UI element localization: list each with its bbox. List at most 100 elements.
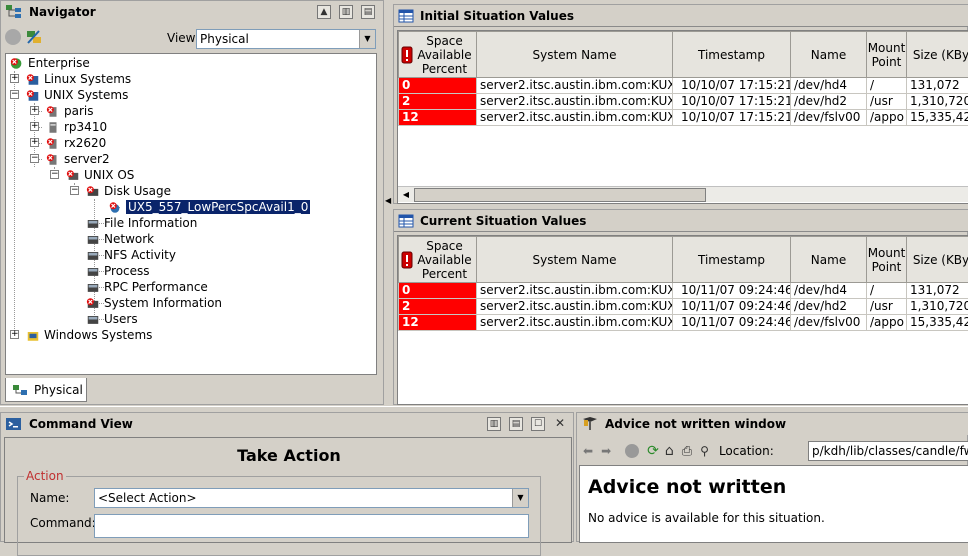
tree-node-network[interactable]: Network: [86, 231, 154, 247]
col-header-timestamp[interactable]: Timestamp: [673, 32, 791, 78]
table-cell: /dev/fslv00: [791, 315, 867, 331]
view-select[interactable]: Physical ▼: [196, 29, 376, 49]
col-header-mount[interactable]: Mount Point: [867, 237, 907, 283]
update-icon[interactable]: [5, 29, 21, 45]
tree-node-server2[interactable]: server2: [46, 151, 110, 167]
tree-node-unixos[interactable]: UNIX OS: [66, 167, 134, 183]
tree-node-rp3410[interactable]: rp3410: [46, 119, 107, 135]
tree-node-paris[interactable]: paris: [46, 103, 94, 119]
current-values-titlebar: Current Situation Values: [394, 210, 968, 232]
chevron-down-icon[interactable]: ▼: [359, 30, 375, 48]
collapse-diskusage-icon[interactable]: −: [70, 186, 79, 195]
expand-rp3410-icon[interactable]: +: [30, 122, 39, 131]
scroll-thumb[interactable]: [414, 188, 706, 202]
current-values-table-area: Space Available Percent System Name Time…: [397, 235, 968, 405]
command-split-icon[interactable]: ▥: [487, 417, 501, 431]
advice-panel: Advice not written window ⬅ ➡ ⟳ ⌂ ⎙ ⚲ Lo…: [576, 412, 968, 542]
scroll-left-icon[interactable]: ◀: [399, 188, 413, 202]
navigator-panel: Navigator ▲ ▥ ▤ View: Physical ▼ + − + +: [0, 0, 384, 405]
tree-node-fileinfo[interactable]: File Information: [86, 215, 197, 231]
col-header-system[interactable]: System Name: [477, 32, 673, 78]
back-icon[interactable]: ⬅: [583, 444, 593, 458]
tree-node-sysinfo[interactable]: System Information: [86, 295, 222, 311]
browser-icon: [581, 416, 599, 432]
vertical-splitter[interactable]: ◀: [384, 0, 392, 408]
refresh-icon[interactable]: ⟳: [647, 443, 659, 459]
col-header-name[interactable]: Name: [791, 32, 867, 78]
tree-node-diskusage[interactable]: Disk Usage: [86, 183, 171, 199]
tree-node-unix[interactable]: UNIX Systems: [26, 87, 128, 103]
action-name-select[interactable]: <Select Action> ▼: [94, 488, 529, 508]
tree-node-enterprise[interactable]: Enterprise: [10, 55, 90, 71]
col-header-size[interactable]: Size (KBytes): [907, 237, 968, 283]
close-icon[interactable]: ✕: [553, 417, 567, 431]
tree-node-rpc[interactable]: RPC Performance: [86, 279, 208, 295]
table-row[interactable]: 2server2.itsc.austin.ibm.com:KUX10/10/07…: [399, 94, 968, 110]
tree-node-rx2620[interactable]: rx2620: [46, 135, 106, 151]
tree-node-process[interactable]: Process: [86, 263, 150, 279]
command-input[interactable]: [94, 514, 529, 538]
expand-rx2620-icon[interactable]: +: [30, 138, 39, 147]
home-icon[interactable]: ⌂: [665, 443, 674, 459]
command-view-panel: Command View ▥ ▤ ☐ ✕ Take Action Action …: [0, 412, 574, 542]
chevron-down-icon[interactable]: ▼: [512, 489, 528, 507]
location-input[interactable]: p/kdh/lib/classes/candle/fw/reso: [808, 441, 968, 461]
col-header-timestamp[interactable]: Timestamp: [673, 237, 791, 283]
collapse-left-icon[interactable]: ◀: [385, 196, 391, 205]
view-select-value: Physical: [200, 32, 249, 46]
command-minimize-icon[interactable]: ▤: [509, 417, 523, 431]
col-header-mount[interactable]: Mount Point: [867, 32, 907, 78]
table-cell: /: [867, 78, 907, 94]
col-header-space[interactable]: Space Available Percent: [399, 32, 477, 78]
expand-windows-icon[interactable]: +: [10, 330, 19, 339]
col-header-system[interactable]: System Name: [477, 237, 673, 283]
horizontal-splitter[interactable]: [0, 406, 968, 411]
find-icon[interactable]: ⚲: [700, 444, 709, 458]
col-header-size[interactable]: Size (KBytes): [907, 32, 968, 78]
tree-node-nfs[interactable]: NFS Activity: [86, 247, 176, 263]
table-row[interactable]: 0server2.itsc.austin.ibm.com:KUX10/10/07…: [399, 78, 968, 94]
server-icon: [46, 121, 60, 134]
col-header-space[interactable]: Space Available Percent: [399, 237, 477, 283]
tab-physical[interactable]: Physical: [5, 378, 87, 402]
table-view-icon: [398, 214, 414, 228]
tree-node-windows[interactable]: Windows Systems: [26, 327, 152, 343]
edit-navigator-icon[interactable]: [25, 28, 43, 46]
advice-heading: Advice not written: [588, 476, 786, 498]
workspace-alert-icon: [86, 297, 100, 310]
expand-paris-icon[interactable]: +: [30, 106, 39, 115]
tree-node-linux[interactable]: Linux Systems: [26, 71, 131, 87]
table-cell: /appo: [867, 110, 907, 126]
advice-title: Advice not written window: [605, 417, 786, 431]
stop-icon[interactable]: [625, 444, 639, 458]
collapse-unixos-icon[interactable]: −: [50, 170, 59, 179]
physical-view-icon: [12, 383, 28, 397]
workspace-icon: [86, 217, 100, 230]
tree-node-situation[interactable]: UX5_557_LowPercSpcAvail1_0: [108, 199, 310, 215]
collapse-unix-icon[interactable]: −: [10, 90, 19, 99]
table-cell: 15,335,424: [907, 110, 968, 126]
tree-label: RPC Performance: [104, 280, 208, 294]
forward-icon[interactable]: ➡: [601, 444, 611, 458]
navigator-up-icon[interactable]: ▲: [317, 5, 331, 19]
print-icon[interactable]: ⎙: [682, 444, 692, 459]
initial-hscrollbar[interactable]: ◀: [398, 186, 968, 202]
workspace-icon: [86, 233, 100, 246]
table-row[interactable]: 12server2.itsc.austin.ibm.com:KUX10/10/0…: [399, 110, 968, 126]
advice-content: Advice not written No advice is availabl…: [579, 465, 968, 543]
navigator-split-icon[interactable]: ▥: [339, 5, 353, 19]
name-label: Name:: [30, 491, 69, 505]
severity-icon: [401, 251, 413, 269]
collapse-server2-icon[interactable]: −: [30, 154, 39, 163]
command-maximize-icon[interactable]: ☐: [531, 417, 545, 431]
col-header-name[interactable]: Name: [791, 237, 867, 283]
table-row[interactable]: 12server2.itsc.austin.ibm.com:KUX10/11/0…: [399, 315, 968, 331]
table-cell: server2.itsc.austin.ibm.com:KUX: [477, 299, 673, 315]
expand-linux-icon[interactable]: +: [10, 74, 19, 83]
navigator-maximize-icon[interactable]: ▤: [361, 5, 375, 19]
tree-node-users[interactable]: Users: [86, 311, 138, 327]
tree-label: NFS Activity: [104, 248, 176, 262]
table-row[interactable]: 0server2.itsc.austin.ibm.com:KUX10/11/07…: [399, 283, 968, 299]
table-row[interactable]: 2server2.itsc.austin.ibm.com:KUX10/11/07…: [399, 299, 968, 315]
table-cell: /dev/hd4: [791, 283, 867, 299]
